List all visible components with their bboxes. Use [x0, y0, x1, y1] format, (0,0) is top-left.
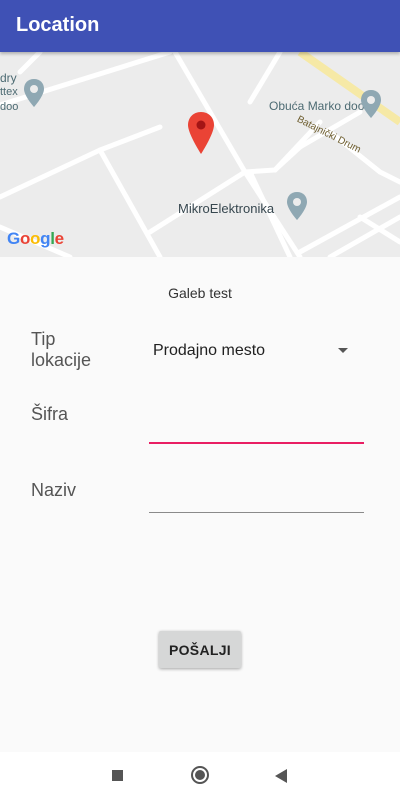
map-label-poi: MikroElektronika — [178, 201, 275, 216]
circle-icon[interactable] — [191, 766, 209, 784]
map-label-left-top: dry — [0, 71, 17, 85]
sifra-label: Šifra — [31, 404, 69, 424]
spinner-selected-value: Prodajno mesto — [153, 342, 266, 359]
naziv-input-underline — [149, 512, 364, 513]
app-bar: Location — [0, 0, 400, 52]
submit-button[interactable]: POŠALJI — [159, 631, 241, 668]
square-icon[interactable] — [112, 770, 123, 781]
naziv-label: Naziv — [31, 480, 77, 500]
app-title: Location — [16, 14, 100, 36]
google-logo: Google — [7, 229, 64, 248]
tip-lokacije-label: Tip lokacije — [31, 329, 92, 370]
dropdown-arrow-icon[interactable] — [338, 348, 348, 353]
place-icon[interactable] — [287, 192, 307, 220]
map-pin-icon[interactable] — [188, 112, 214, 154]
form-title: Galeb test — [168, 285, 232, 301]
triangle-back-icon[interactable] — [275, 769, 287, 783]
place-icon[interactable] — [361, 90, 381, 118]
map-roads — [0, 52, 400, 257]
map-label-shop: Obuća Marko doo — [269, 99, 365, 113]
sifra-input-underline — [149, 442, 364, 444]
map-label-left-bottom: doo — [0, 101, 19, 113]
place-icon[interactable] — [24, 79, 44, 107]
naziv-input[interactable] — [149, 481, 364, 511]
map-view[interactable]: dry ttex doo Obuća Marko doo Batajnički … — [0, 52, 400, 257]
map-label-left-mid: ttex — [0, 86, 18, 98]
sifra-input[interactable] — [149, 410, 364, 440]
